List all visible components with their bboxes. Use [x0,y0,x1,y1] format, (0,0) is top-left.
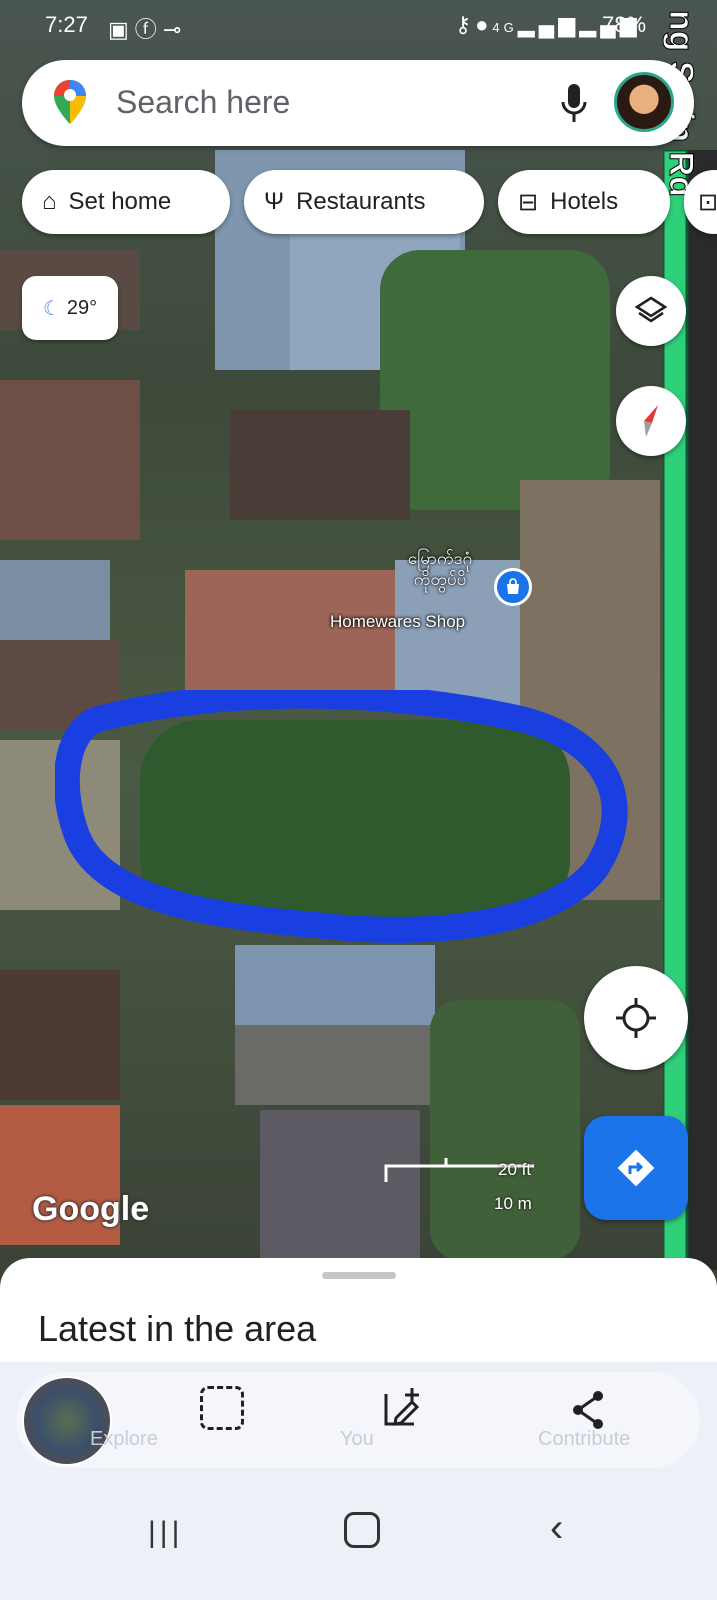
nav-you[interactable]: You [340,1428,374,1451]
scale-m: 10 m [494,1194,532,1213]
layers-icon [634,296,668,323]
my-location-icon [616,998,656,1038]
temperature: 29° [66,296,98,319]
microphone-icon[interactable] [560,82,588,124]
status-time: 7:27 [45,12,88,37]
chip-set-home[interactable]: ⌂ Set home [22,170,230,234]
chip-restaurants[interactable]: Ψ Restaurants [244,170,484,234]
poi-local-name[interactable]: မြောက်ဒဂုံ ကိုတွပ်ပိ [380,548,500,590]
weather-badge[interactable]: ☾ 29° [22,276,118,340]
chip-label: Restaurants [296,188,426,215]
my-location-button[interactable] [584,966,688,1070]
nav-contribute[interactable]: Contribute [538,1428,630,1451]
home-icon: ⌂ [42,188,57,215]
status-bar: 7:27 ▣ⓕ⊸ ⚷●4G▂▄▆▂▄▆ 78% [0,0,717,50]
google-maps-pin-icon [54,80,86,124]
share-icon[interactable] [570,1390,606,1430]
layers-button[interactable] [616,276,686,346]
avatar[interactable] [614,72,674,132]
highlight-circle [55,690,628,943]
map-thumbnail[interactable] [22,1376,112,1466]
search-bar[interactable]: Search here [22,60,694,146]
directions-icon [617,1149,655,1187]
shopping-icon: ⊡ [698,188,717,216]
compass-icon [644,405,658,437]
chip-label: Hotels [550,188,619,215]
scale-ft: 20 ft [498,1160,532,1179]
battery-level: 78% [602,12,647,37]
gallery-icon: ▣ [108,17,135,42]
key-icon: ⊸ [162,17,188,42]
add-edit-icon[interactable] [382,1384,428,1430]
nav-explore[interactable]: Explore [90,1428,158,1451]
signal-icon: ▂▄▆ [517,12,580,37]
vpn-key-icon: ⚷ [455,12,476,37]
search-input[interactable]: Search here [116,84,290,121]
poi-name[interactable]: Homewares Shop [330,612,465,632]
compass-button[interactable] [616,386,686,456]
bottom-nav: Explore You Contribute [0,1362,717,1480]
shopping-bag-icon[interactable] [494,568,532,606]
restaurant-icon: Ψ [264,188,285,215]
chip-label: Set home [68,188,172,215]
system-nav-bar: ||| ‹ [0,1480,717,1600]
home-button-icon[interactable] [344,1512,380,1548]
recent-apps-icon[interactable]: ||| [148,1516,183,1550]
hotel-icon: ⊟ [518,188,539,216]
network-label: 4G [492,20,518,35]
facebook-icon: ⓕ [134,17,163,42]
location-icon: ● [475,12,493,37]
chip-hotels[interactable]: ⊟ Hotels [498,170,670,234]
back-icon[interactable]: ‹ [550,1506,563,1551]
lens-scan-icon[interactable] [200,1386,244,1430]
moon-cloud-icon: ☾ [42,297,61,320]
sheet-handle[interactable] [322,1272,396,1279]
google-attribution: Google [32,1190,150,1228]
directions-button[interactable] [584,1116,688,1220]
status-left-icons: ▣ⓕ⊸ [108,12,187,44]
sheet-title: Latest in the area [38,1308,317,1349]
